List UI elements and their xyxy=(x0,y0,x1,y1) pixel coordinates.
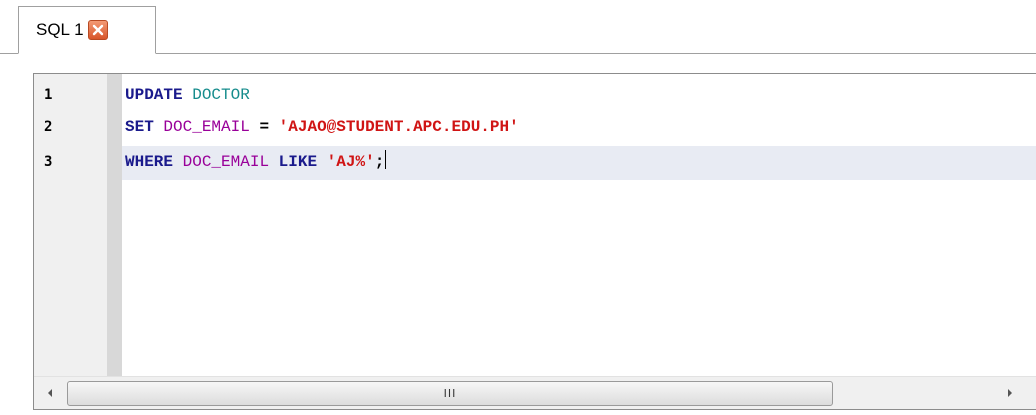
sql-table-name: DOCTOR xyxy=(192,86,250,104)
code-line[interactable]: WHERE DOC_EMAIL LIKE 'AJ%'; xyxy=(125,149,387,176)
sql-punctuation: ; xyxy=(374,153,385,171)
sql-keyword: LIKE xyxy=(278,153,318,171)
scroll-right-arrow-icon[interactable] xyxy=(1002,385,1018,401)
sql-keyword: WHERE xyxy=(125,153,174,171)
scrollbar-thumb[interactable]: III xyxy=(67,381,833,406)
sql-punctuation xyxy=(269,153,279,171)
line-number-gutter: 1 2 3 xyxy=(34,74,122,376)
horizontal-scrollbar[interactable]: III xyxy=(34,376,1036,409)
tab-sql-1[interactable]: SQL 1 xyxy=(18,6,156,54)
line-number: 3 xyxy=(44,154,53,170)
text-caret xyxy=(385,150,387,169)
sql-editor[interactable]: 1 2 3 UPDATE DOCTOR SET DOC_EMAIL = 'AJA… xyxy=(33,73,1036,410)
sql-punctuation xyxy=(154,118,164,136)
scrollbar-grip: III xyxy=(443,387,457,400)
sql-identifier: DOC_EMAIL xyxy=(182,153,270,171)
sql-string: 'AJ%' xyxy=(326,153,375,171)
tab-label: SQL 1 xyxy=(36,20,84,39)
line-number: 2 xyxy=(44,119,53,135)
code-line[interactable]: SET DOC_EMAIL = 'AJAO@STUDENT.APC.EDU.PH… xyxy=(125,114,519,141)
scroll-left-arrow-icon[interactable] xyxy=(42,385,58,401)
code-area[interactable]: UPDATE DOCTOR SET DOC_EMAIL = 'AJAO@STUD… xyxy=(122,74,1036,376)
sql-keyword: UPDATE xyxy=(125,86,183,104)
sql-identifier: DOC_EMAIL xyxy=(163,118,250,136)
sql-string: 'AJAO@STUDENT.APC.EDU.PH' xyxy=(278,118,519,136)
line-number: 1 xyxy=(44,87,53,103)
sql-keyword: SET xyxy=(125,118,154,136)
sql-punctuation: = xyxy=(249,118,279,136)
tab-bar: SQL 1 xyxy=(0,0,1036,54)
close-icon[interactable] xyxy=(87,20,108,40)
sql-punctuation xyxy=(183,86,193,104)
sql-punctuation xyxy=(173,153,183,171)
sql-punctuation xyxy=(317,153,327,171)
code-line[interactable]: UPDATE DOCTOR xyxy=(125,82,250,109)
